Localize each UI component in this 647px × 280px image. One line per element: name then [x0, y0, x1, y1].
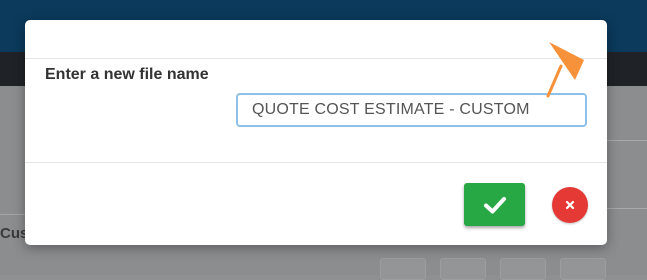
- background-column-header: Custon: [0, 225, 25, 242]
- filename-input[interactable]: [236, 93, 587, 127]
- checkmark-icon: [483, 196, 506, 213]
- cancel-button[interactable]: [552, 187, 588, 223]
- dialog-header: [25, 20, 607, 59]
- divider: [0, 214, 25, 215]
- rename-file-dialog: Enter a new file name: [25, 20, 607, 245]
- divider: [605, 208, 647, 209]
- background-button: [440, 258, 486, 280]
- background-button: [560, 258, 606, 280]
- divider: [605, 140, 647, 141]
- filename-label: Enter a new file name: [45, 66, 209, 83]
- confirm-button[interactable]: [464, 183, 525, 226]
- background-button: [500, 258, 546, 280]
- background-button: [380, 258, 426, 280]
- close-icon: [565, 200, 575, 210]
